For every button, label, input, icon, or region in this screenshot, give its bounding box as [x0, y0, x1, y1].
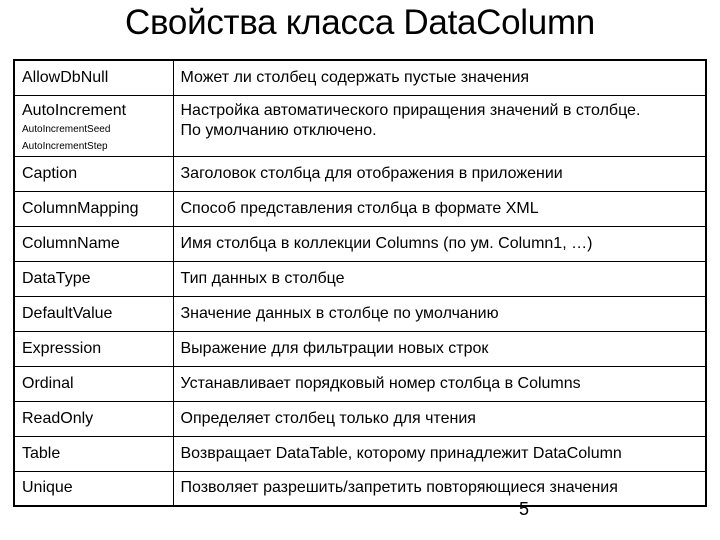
property-name: ColumnName	[13, 225, 174, 262]
property-description: Позволяет разрешить/запретить повторяющи…	[172, 470, 707, 507]
properties-table: AllowDbNull Может ли столбец содержать п…	[13, 59, 707, 507]
table-row: Caption Заголовок столбца для отображени…	[13, 155, 707, 192]
table-row: AllowDbNull Может ли столбец содержать п…	[13, 59, 707, 96]
property-name: ColumnMapping	[13, 190, 174, 227]
table-row: Expression Выражение для фильтрации новы…	[13, 330, 707, 367]
property-name: AutoIncrement	[22, 101, 127, 119]
property-description: Способ представления столбца в формате X…	[172, 190, 707, 227]
sub-property-name: AutoIncrementStep	[22, 140, 108, 152]
property-name-cell: AutoIncrement AutoIncrementSeed AutoIncr…	[13, 94, 174, 157]
table-row: Ordinal Устанавливает порядковый номер с…	[13, 365, 707, 402]
table-row: DefaultValue Значение данных в столбце п…	[13, 295, 707, 332]
property-description: Устанавливает порядковый номер столбца в…	[172, 365, 707, 402]
property-description-line: Настройка автоматического приращения зна…	[180, 101, 641, 119]
property-description: Имя столбца в коллекции Columns (по ум. …	[172, 225, 707, 262]
table-row: Table Возвращает DataTable, которому при…	[13, 435, 707, 472]
property-description: Возвращает DataTable, которому принадлеж…	[172, 435, 707, 472]
property-description-cell: Настройка автоматического приращения зна…	[172, 94, 707, 157]
property-description: Определяет столбец только для чтения	[172, 400, 707, 437]
table-row: AutoIncrement AutoIncrementSeed AutoIncr…	[13, 94, 707, 157]
property-description: Выражение для фильтрации новых строк	[172, 330, 707, 367]
sub-property-name: AutoIncrementSeed	[22, 123, 111, 135]
table-row: Unique Позволяет разрешить/запретить пов…	[13, 470, 707, 507]
property-name: Ordinal	[13, 365, 174, 402]
property-description: Тип данных в столбце	[172, 260, 707, 297]
property-description-line: По умолчанию отключено.	[180, 121, 377, 139]
property-name: Expression	[13, 330, 174, 367]
property-description: Заголовок столбца для отображения в прил…	[172, 155, 707, 192]
table-row: ColumnName Имя столбца в коллекции Colum…	[13, 225, 707, 262]
table-row: ReadOnly Определяет столбец только для ч…	[13, 400, 707, 437]
slide-title: Свойства класса DataColumn	[125, 3, 595, 42]
property-name: AllowDbNull	[13, 59, 174, 96]
property-description: Значение данных в столбце по умолчанию	[172, 295, 707, 332]
property-name: DefaultValue	[13, 295, 174, 332]
page-number: 5	[519, 499, 530, 519]
property-name: Unique	[13, 470, 174, 507]
table-row: DataType Тип данных в столбце	[13, 260, 707, 297]
property-description: Может ли столбец содержать пустые значен…	[172, 59, 707, 96]
table-row: ColumnMapping Способ представления столб…	[13, 190, 707, 227]
property-name: DataType	[13, 260, 174, 297]
property-name: Table	[13, 435, 174, 472]
property-name: Caption	[13, 155, 174, 192]
property-name: ReadOnly	[13, 400, 174, 437]
